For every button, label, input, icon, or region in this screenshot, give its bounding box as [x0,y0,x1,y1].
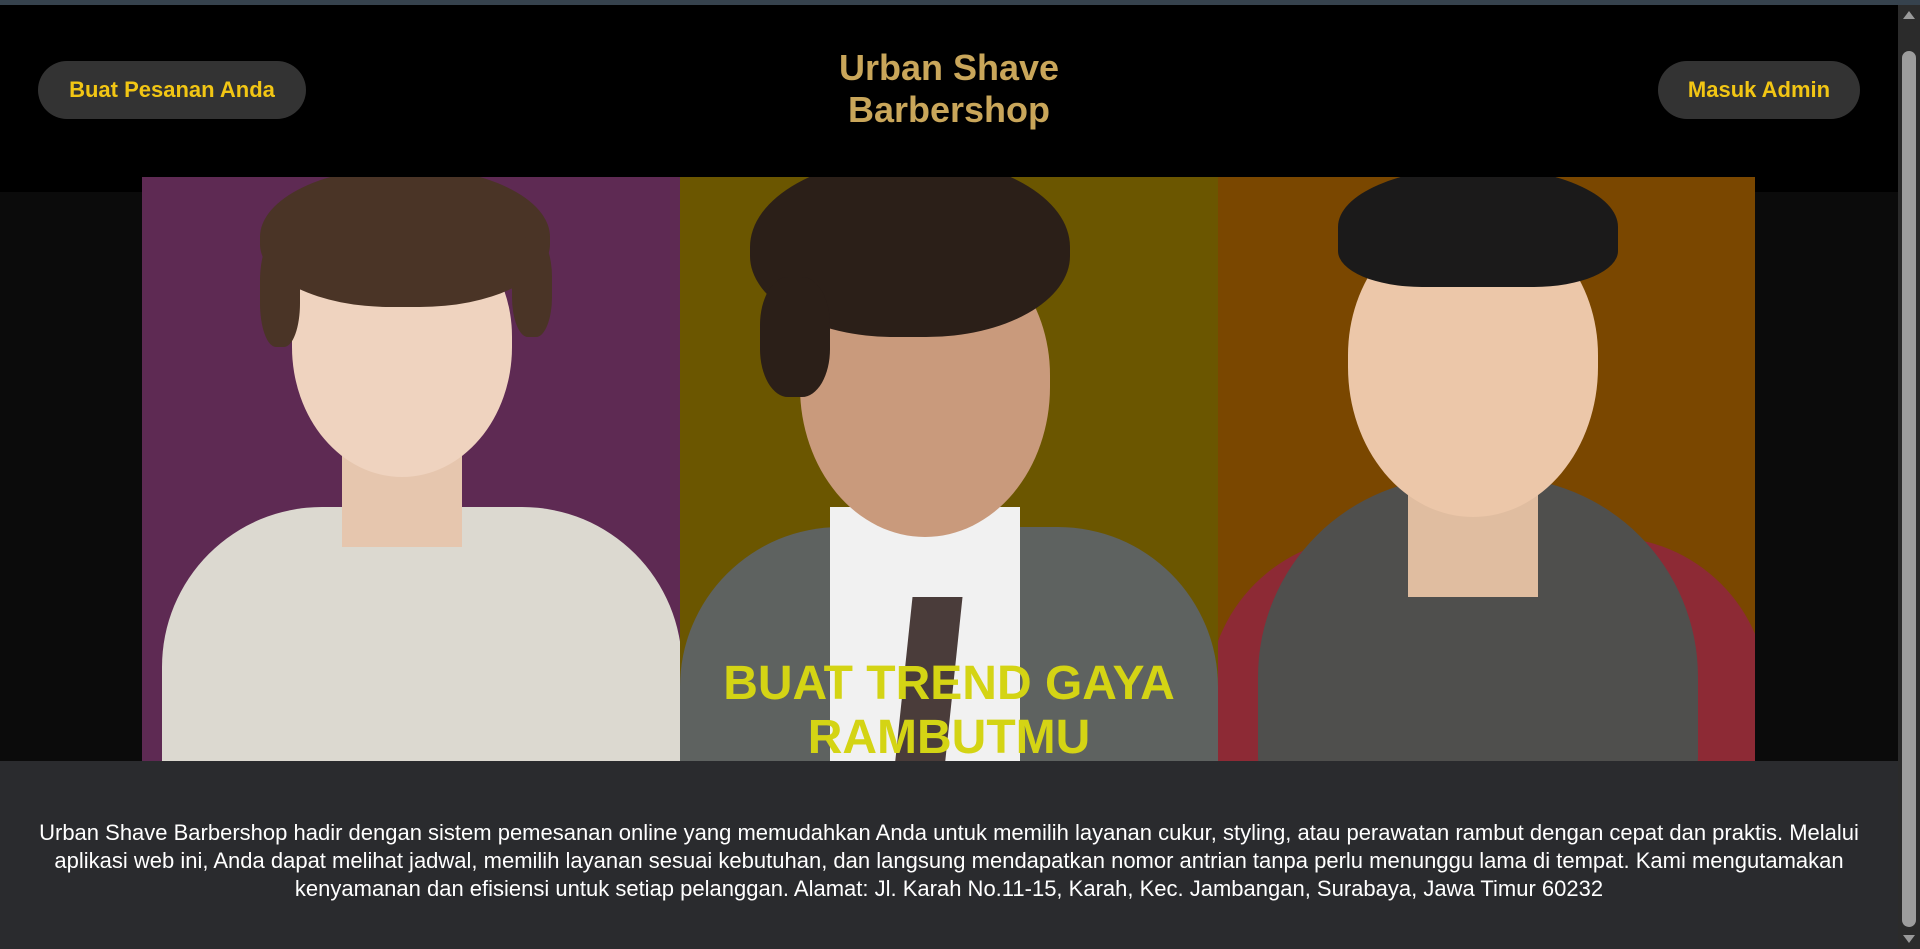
hero-caption-line-1: BUAT TREND GAYA [723,657,1175,710]
hero-caption: BUAT TREND GAYA RAMBUTMU [680,657,1218,765]
brand-line-1: Urban Shave [838,47,1060,88]
brand-title: Urban Shave Barbershop [799,47,1099,131]
scroll-up-arrow-icon[interactable] [1903,11,1915,19]
about-description: Urban Shave Barbershop hadir dengan sist… [39,820,1859,901]
scrollbar-thumb[interactable] [1902,51,1916,927]
about-section: Urban Shave Barbershop hadir dengan sist… [0,761,1898,949]
order-button[interactable]: Buat Pesanan Anda [38,61,306,119]
brand-line-2: Barbershop [847,89,1051,130]
hero-caption-line-2: RAMBUTMU [807,711,1091,764]
hero-image-model-hoodie [1218,177,1755,777]
hero-banner: BUAT TREND GAYA RAMBUTMU [142,177,1755,777]
hero-image-model-white-shirt [142,177,680,777]
page: Buat Pesanan Anda Urban Shave Barbershop… [0,5,1898,949]
scroll-down-arrow-icon[interactable] [1903,935,1915,943]
admin-login-button[interactable]: Masuk Admin [1658,61,1860,119]
vertical-scrollbar[interactable] [1898,5,1920,949]
site-header: Buat Pesanan Anda Urban Shave Barbershop… [0,5,1898,192]
